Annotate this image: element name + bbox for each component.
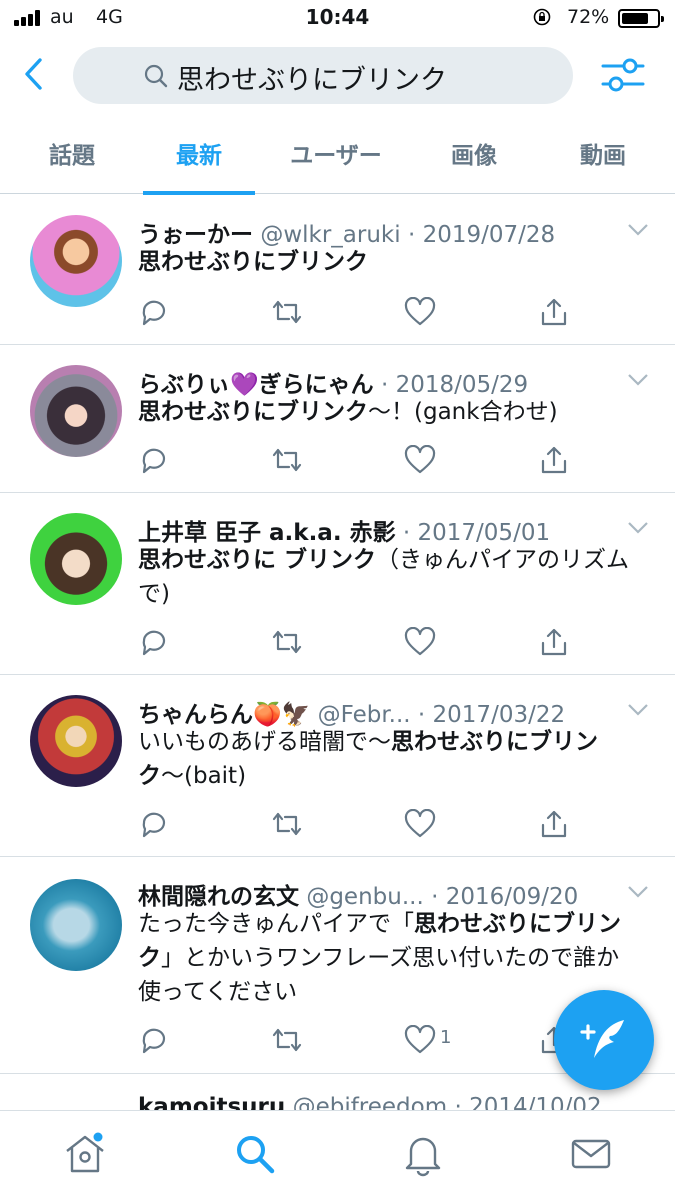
search-query: 思わせぶりにブリンク (177, 65, 447, 96)
chevron-down-icon[interactable] (627, 373, 649, 387)
tab-photos[interactable]: 画像 (418, 120, 530, 194)
share-icon[interactable] (538, 297, 570, 327)
retweet-icon[interactable] (271, 809, 303, 839)
chevron-down-icon[interactable] (627, 521, 649, 535)
avatar[interactable] (30, 215, 122, 307)
chevron-down-icon[interactable] (627, 885, 649, 899)
tweet[interactable]: らぶりぃ💜ぎらにゃん · 2018/05/29 思わせぶりにブリンク〜！(gan… (0, 345, 675, 493)
search-input[interactable]: 思わせぶりにブリンク (73, 47, 573, 104)
like-heart-icon[interactable] (404, 627, 436, 657)
tweet-text: 思わせぶりにブリンク〜！(gank合わせ) (138, 399, 558, 425)
reply-icon[interactable] (138, 809, 170, 839)
tab-videos[interactable]: 動画 (545, 120, 661, 194)
reply-icon[interactable] (138, 1025, 170, 1055)
reply-icon[interactable] (138, 627, 170, 657)
home-icon[interactable] (62, 1131, 108, 1177)
avatar[interactable] (30, 695, 122, 787)
retweet-icon[interactable] (271, 627, 303, 657)
share-icon[interactable] (538, 627, 570, 657)
share-icon[interactable] (538, 809, 570, 839)
reply-icon[interactable] (138, 297, 170, 327)
tweet-text: たった今きゅんパイアで「思わせぶりにブリンク」とかいうワンフレーズ思い付いたので… (138, 911, 621, 1005)
retweet-icon[interactable] (271, 297, 303, 327)
avatar[interactable] (30, 513, 122, 605)
tab-top[interactable]: 話題 (14, 120, 130, 194)
tweet-text: 思わせぶりにブリンク (138, 249, 368, 275)
filter-sliders-icon[interactable] (600, 54, 646, 96)
compose-tweet-icon (580, 1020, 624, 1058)
tweet-actions: 1 (138, 1025, 578, 1055)
search-icon (144, 64, 168, 88)
like-count: 1 (440, 1027, 452, 1048)
notifications-bell-icon[interactable] (400, 1131, 446, 1177)
tweet[interactable]: うぉーかー @wlkr_aruki · 2019/07/28 思わせぶりにブリン… (0, 195, 675, 345)
avatar[interactable] (30, 879, 122, 971)
tweet-actions (138, 445, 578, 475)
compose-tweet-button[interactable] (554, 990, 654, 1090)
like-heart-icon[interactable] (404, 297, 436, 327)
tweet[interactable]: ちゃんらん🍑🦅 @Febr... · 2017/03/22 いいものあげる暗闇で… (0, 675, 675, 857)
tweet-actions (138, 297, 578, 327)
search-tabs: 話題 最新 ユーザー 画像 動画 (0, 120, 675, 195)
tweet[interactable]: 上井草 臣子 a.k.a. 赤影 · 2017/05/01 思わせぶりに ブリン… (0, 493, 675, 675)
retweet-icon[interactable] (271, 1025, 303, 1055)
like-heart-icon[interactable] (404, 445, 436, 475)
battery-icon (618, 9, 664, 28)
messages-envelope-icon[interactable] (568, 1131, 614, 1177)
orientation-lock-icon (533, 8, 551, 26)
tweet-actions (138, 627, 578, 657)
status-bar: au 4G 10:44 72% (0, 0, 675, 36)
tweet-text: 思わせぶりに ブリンク（きゅんパイアのリズムで) (138, 547, 630, 607)
tab-users[interactable]: ユーザー (267, 120, 405, 194)
like-heart-icon[interactable] (404, 1025, 436, 1055)
tab-latest[interactable]: 最新 (143, 120, 255, 194)
search-icon[interactable] (232, 1131, 278, 1177)
tweet-text: いいものあげる暗闇で〜思わせぶりにブリンク〜(bait) (138, 729, 598, 789)
search-header: 思わせぶりにブリンク (0, 36, 675, 116)
like-heart-icon[interactable] (404, 809, 436, 839)
battery-percent: 72% (567, 6, 610, 28)
back-arrow-icon[interactable] (20, 54, 50, 94)
chevron-down-icon[interactable] (627, 223, 649, 237)
reply-icon[interactable] (138, 445, 170, 475)
bottom-navigation (0, 1110, 675, 1200)
tweet-actions (138, 809, 578, 839)
chevron-down-icon[interactable] (627, 703, 649, 717)
avatar[interactable] (30, 365, 122, 457)
retweet-icon[interactable] (271, 445, 303, 475)
share-icon[interactable] (538, 445, 570, 475)
